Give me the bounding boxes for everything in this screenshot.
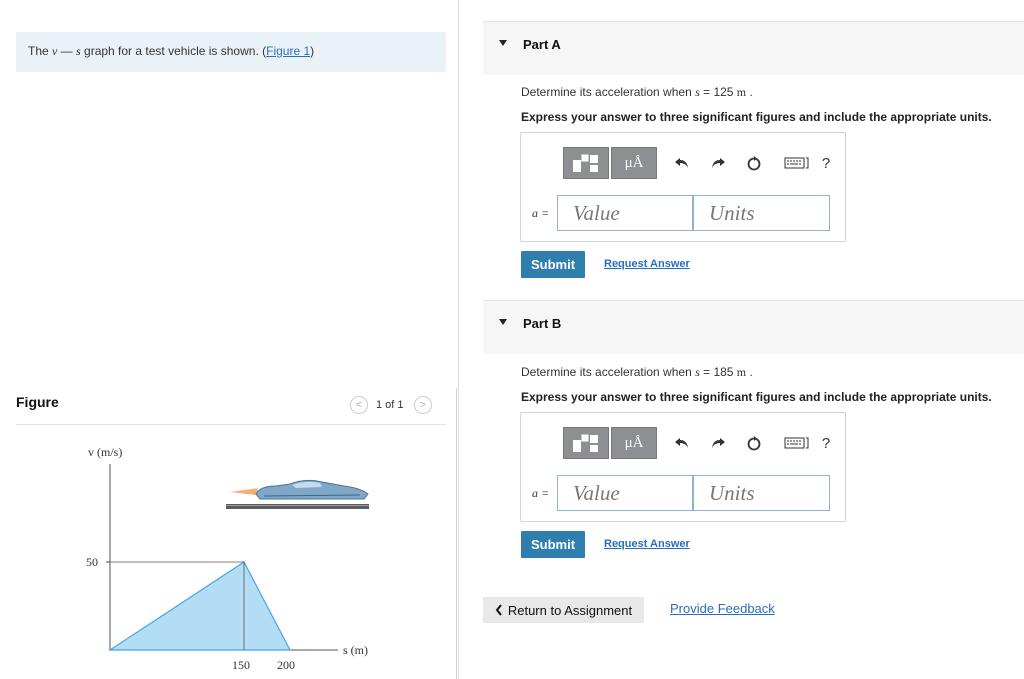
x-tick-150: 150 — [232, 658, 250, 672]
math-toolbar: μÅ ? — [563, 147, 837, 179]
question-text: Determine its acceleration when — [521, 85, 696, 99]
column-divider — [458, 0, 459, 679]
part-a-instruction: Express your answer to three significant… — [521, 110, 992, 124]
part-b-instruction: Express your answer to three significant… — [521, 390, 992, 404]
question-end: . — [746, 85, 753, 99]
question-unit: m — [736, 365, 747, 379]
reset-icon[interactable] — [743, 152, 765, 174]
math-toolbar: μÅ ? — [563, 427, 837, 459]
part-b-title: Part B — [523, 316, 562, 331]
part-a-header[interactable]: Part A — [483, 21, 1024, 75]
var-a: a = — [532, 486, 550, 500]
question-end: . — [746, 365, 753, 379]
variable-label: a = — [532, 486, 549, 501]
undo-icon[interactable] — [671, 432, 693, 454]
collapse-triangle-icon[interactable] — [499, 319, 507, 325]
provide-feedback-link[interactable]: Provide Feedback — [670, 601, 775, 616]
redo-icon[interactable] — [707, 152, 729, 174]
reset-icon[interactable] — [743, 432, 765, 454]
units-input[interactable]: Units — [693, 195, 830, 231]
next-figure-button[interactable]: > — [413, 396, 432, 414]
keyboard-icon[interactable] — [783, 432, 811, 454]
figure-link[interactable]: Figure 1 — [266, 44, 310, 58]
part-b-request-answer-link[interactable]: Request Answer — [604, 538, 690, 550]
question-value: = 185 — [699, 365, 737, 379]
part-a-question: Determine its acceleration when s = 125 … — [521, 85, 753, 100]
prompt-text-post: graph for a test vehicle is shown. ( — [80, 44, 267, 58]
mu-a-icon: μÅ — [624, 434, 644, 451]
part-a-submit-button[interactable]: Submit — [521, 251, 585, 278]
part-a-title: Part A — [523, 37, 561, 52]
y-tick-50: 50 — [86, 555, 98, 569]
close-paren: ) — [310, 44, 315, 58]
value-input[interactable]: Value — [557, 475, 693, 511]
question-unit: m — [736, 85, 747, 99]
prompt-text: The — [28, 44, 53, 58]
question-text: Determine its acceleration when — [521, 365, 696, 379]
part-b-header[interactable]: Part B — [483, 300, 1024, 354]
vehicle-illustration — [226, 479, 369, 509]
x-tick-200: 200 — [277, 658, 295, 672]
chevron-left-icon — [495, 604, 502, 616]
problem-statement: The v — s graph for a test vehicle is sh… — [16, 32, 446, 72]
left-panel: The v — s graph for a test vehicle is sh… — [0, 0, 458, 679]
figure-scroll-divider — [456, 388, 457, 679]
figure-count: 1 of 1 — [376, 399, 404, 411]
keyboard-icon[interactable] — [783, 152, 811, 174]
v-s-graph: v (m/s) 50 150 200 s (m) — [86, 445, 369, 672]
dash: — — [57, 44, 77, 58]
prev-figure-button[interactable]: < — [350, 396, 368, 414]
templates-button[interactable] — [563, 147, 609, 179]
part-a-request-answer-link[interactable]: Request Answer — [604, 258, 690, 270]
x-axis-label: s (m) — [343, 643, 368, 657]
figure-pager: < 1 of 1 > — [350, 396, 432, 414]
part-b-answer-box: μÅ ? a = Value Units — [520, 412, 846, 522]
help-icon[interactable]: ? — [815, 432, 837, 454]
return-label: Return to Assignment — [507, 602, 633, 618]
figure-divider — [16, 424, 446, 425]
templates-icon — [573, 434, 598, 452]
part-b-submit-button[interactable]: Submit — [521, 531, 585, 558]
undo-icon[interactable] — [671, 152, 693, 174]
variable-label: a = — [532, 206, 549, 221]
graph-area — [107, 561, 291, 651]
return-to-assignment-button[interactable]: Return to Assignment — [483, 597, 644, 623]
y-axis-label: v (m/s) — [88, 445, 122, 459]
mu-a-icon: μÅ — [624, 154, 644, 171]
units-symbol-button[interactable]: μÅ — [611, 427, 657, 459]
templates-button[interactable] — [563, 427, 609, 459]
part-a-answer-box: μÅ ? a = Value Units — [520, 132, 846, 242]
collapse-triangle-icon[interactable] — [499, 40, 507, 46]
redo-icon[interactable] — [707, 432, 729, 454]
value-input[interactable]: Value — [557, 195, 693, 231]
var-a: a = — [532, 206, 550, 220]
part-b-question: Determine its acceleration when s = 185 … — [521, 365, 753, 380]
figure-title: Figure — [16, 394, 59, 410]
units-symbol-button[interactable]: μÅ — [611, 147, 657, 179]
templates-icon — [573, 154, 598, 172]
help-icon[interactable]: ? — [815, 152, 837, 174]
units-input[interactable]: Units — [693, 475, 830, 511]
question-value: = 125 — [699, 85, 737, 99]
